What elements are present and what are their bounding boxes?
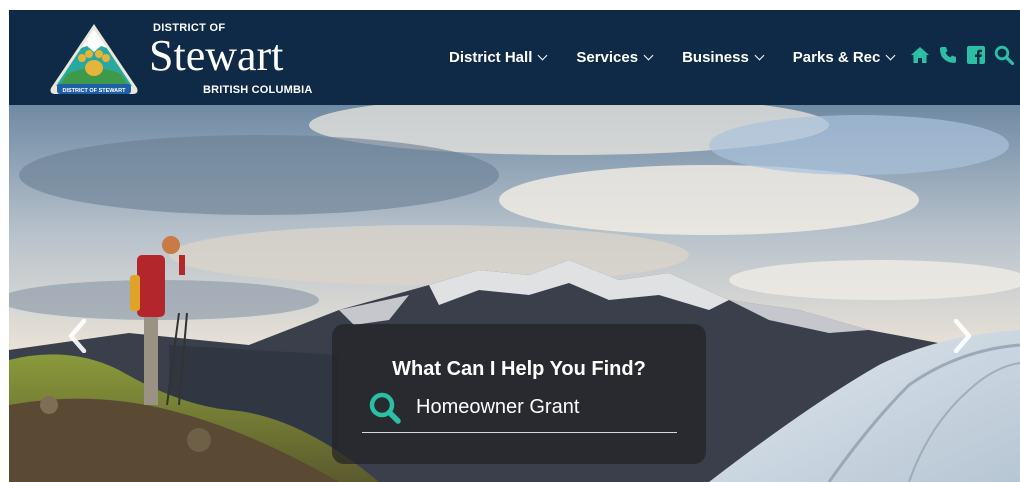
nav-label: Services <box>576 49 639 66</box>
search-card-title: What Can I Help You Find? <box>392 358 646 380</box>
nav-label: District Hall <box>449 49 533 66</box>
search-underline <box>362 432 677 433</box>
brand-name: Stewart <box>149 31 284 80</box>
nav-business[interactable]: Business <box>682 49 765 66</box>
site-brand[interactable]: DISTRICT OF Stewart BRITISH COLUMBIA <box>149 22 319 102</box>
search-icon[interactable] <box>993 44 1015 66</box>
chevron-down-icon <box>643 50 654 61</box>
nav-label: Business <box>682 49 749 66</box>
nav-parks-rec[interactable]: Parks & Rec <box>792 49 896 66</box>
header-icons <box>909 44 1020 66</box>
phone-icon[interactable] <box>937 44 959 66</box>
search-input[interactable] <box>416 392 676 422</box>
main-nav: District Hall Services Business Parks & … <box>449 10 924 105</box>
district-logo-badge[interactable]: DISTRICT OF STEWART <box>47 22 141 96</box>
nav-district-hall[interactable]: District Hall <box>449 49 548 66</box>
search-card: What Can I Help You Find? <box>332 324 706 464</box>
nav-services[interactable]: Services <box>576 49 654 66</box>
logo-badge-text: DISTRICT OF STEWART <box>63 88 127 94</box>
chevron-down-icon <box>537 50 548 61</box>
search-icon[interactable] <box>368 391 402 425</box>
nav-label: Parks & Rec <box>792 49 881 66</box>
facebook-icon[interactable] <box>965 44 987 66</box>
home-icon[interactable] <box>909 44 931 66</box>
chevron-down-icon <box>754 50 765 61</box>
carousel-prev-arrow[interactable] <box>67 319 87 353</box>
chevron-down-icon <box>885 50 896 61</box>
site-header: DISTRICT OF STEWART DISTRICT OF Stewart … <box>9 10 1020 105</box>
brand-province: BRITISH COLUMBIA <box>203 84 313 96</box>
carousel-next-arrow[interactable] <box>953 319 973 353</box>
